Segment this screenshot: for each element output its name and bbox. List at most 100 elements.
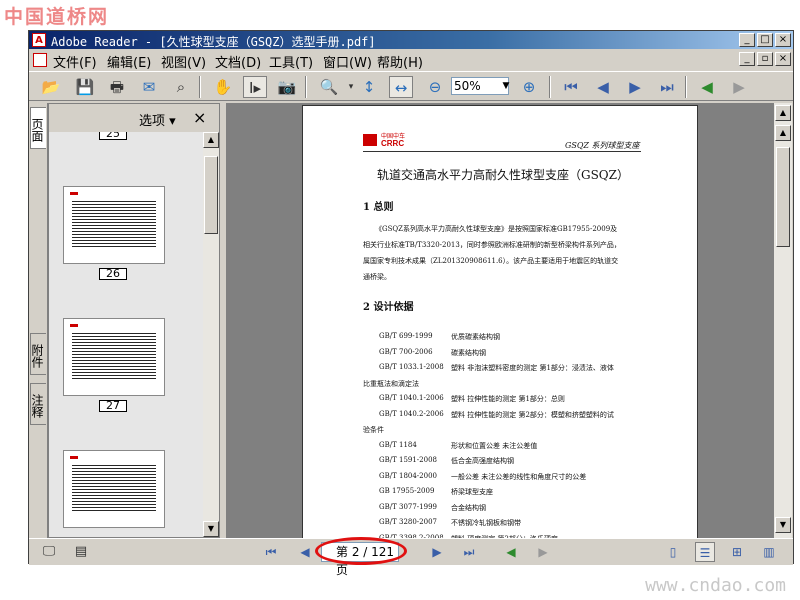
scroll-up-icon[interactable]: ▲: [775, 105, 791, 121]
last-page-icon[interactable]: ⏭: [655, 76, 679, 98]
single-page-icon[interactable]: ▯: [663, 542, 683, 562]
standard-name: 形状和位置公差 未注公差值: [451, 441, 538, 450]
first-page-icon[interactable]: ⏮: [261, 542, 281, 562]
watermark-cn: 中国道桥网: [4, 6, 110, 28]
zoom-in-tool-icon[interactable]: 🔍: [317, 76, 341, 98]
standard-code: GB/T 1804-2000: [379, 471, 437, 480]
section-heading: 2 设计依据: [363, 302, 414, 313]
doc-minimize-button[interactable]: _: [739, 52, 755, 66]
title-bar[interactable]: A Adobe Reader - [久性球型支座（GSQZ）选型手册.pdf] …: [29, 31, 793, 49]
monitor-icon[interactable]: 🖵: [37, 541, 61, 563]
scroll-thumb[interactable]: [776, 147, 790, 247]
standard-code: GB/T 1040.1-2006: [379, 394, 444, 402]
go-forward-icon[interactable]: ▶: [533, 542, 553, 562]
doc-icon[interactable]: [33, 53, 47, 67]
document-scrollbar[interactable]: ▲ ▲ ▼: [774, 103, 792, 538]
window-title: Adobe Reader - [久性球型支座（GSQZ）选型手册.pdf]: [51, 35, 376, 49]
go-forward-icon[interactable]: ▶: [727, 76, 751, 98]
zoom-in-icon[interactable]: ⊕: [517, 76, 541, 98]
search-binoculars-icon[interactable]: ⌕: [169, 76, 193, 98]
menu-file[interactable]: 文件(F): [53, 52, 97, 71]
go-back-icon[interactable]: ◀: [695, 76, 719, 98]
doc-restore-button[interactable]: ▫: [757, 52, 773, 66]
navigation-tabs: 页面 附件 注释: [29, 103, 48, 538]
scroll-down-icon[interactable]: ▼: [203, 521, 219, 537]
page-up-icon[interactable]: ▲: [775, 125, 791, 141]
standard-name: 验条件: [363, 426, 384, 434]
panel-close-icon[interactable]: ×: [193, 108, 206, 127]
standard-name: 碳素结构钢: [451, 348, 486, 357]
fit-page-icon[interactable]: ↕: [357, 76, 381, 98]
scroll-up-icon[interactable]: ▲: [203, 132, 219, 148]
go-back-icon[interactable]: ◀: [501, 542, 521, 562]
facing-icon[interactable]: ⊞: [727, 542, 747, 562]
zoom-out-icon[interactable]: ⊖: [423, 76, 447, 98]
tab-comments[interactable]: 注释: [30, 383, 46, 425]
screenshot-frame: 中国道桥网 www.cndao.com A Adobe Reader - [久性…: [0, 0, 800, 600]
close-button[interactable]: ×: [775, 33, 791, 47]
standard-code: GB/T 3077-1999: [379, 502, 437, 511]
menu-window[interactable]: 窗口(W): [323, 52, 372, 71]
thumbnail-page-number[interactable]: 26: [99, 268, 127, 280]
thumbnail[interactable]: [63, 186, 165, 264]
tab-attachments[interactable]: 附件: [30, 333, 46, 375]
continuous-facing-icon[interactable]: ▥: [759, 542, 779, 562]
standard-code: GB/T 699-1999: [379, 332, 433, 340]
section-heading: 1 总则: [363, 202, 394, 213]
minimize-button[interactable]: _: [739, 33, 755, 47]
standard-name: 一般公差 未注公差的线性和角度尺寸的公差: [451, 472, 587, 481]
continuous-icon[interactable]: ☰: [695, 542, 715, 562]
watermark-url: www.cndao.com: [645, 575, 786, 596]
previous-page-icon[interactable]: ◀: [295, 542, 315, 562]
document-view[interactable]: 中国中车 CRRC GSQZ 系列球型支座 轨道交通高水平力高耐久性球型支座（G…: [226, 103, 774, 545]
menu-tools[interactable]: 工具(T): [269, 52, 313, 71]
menu-document[interactable]: 文档(D): [215, 52, 261, 71]
page-icon[interactable]: ▤: [69, 541, 93, 563]
thumbnail-page-number[interactable]: 25: [99, 132, 127, 140]
open-icon[interactable]: 📂: [39, 76, 63, 98]
maximize-button[interactable]: □: [757, 33, 773, 47]
doc-title: 轨道交通高水平力高耐久性球型支座（GSQZ）: [377, 168, 629, 182]
tab-pages[interactable]: 页面: [30, 107, 46, 149]
standard-name: 塑料 非泡沫塑料密度的测定 第1部分：浸渍法、液体: [451, 364, 614, 372]
hand-tool-icon[interactable]: ✋: [211, 76, 235, 98]
zoom-dropdown-icon[interactable]: ▼: [499, 77, 513, 95]
snapshot-icon[interactable]: 📷: [275, 76, 299, 98]
menu-view[interactable]: 视图(V): [161, 52, 206, 71]
previous-page-icon[interactable]: ◀: [591, 76, 615, 98]
last-page-icon[interactable]: ⏭: [459, 542, 479, 562]
select-text-icon[interactable]: I▸: [243, 76, 267, 98]
email-icon[interactable]: ✉: [137, 76, 161, 98]
thumbnail[interactable]: [63, 318, 165, 396]
highlight-annotation: [315, 537, 407, 565]
print-icon[interactable]: 🖶: [105, 76, 129, 98]
doc-close-button[interactable]: ×: [775, 52, 791, 66]
standard-code: GB/T 1033.1-2008: [379, 363, 444, 371]
header-rule: [363, 151, 641, 152]
crrc-logo-icon: [363, 134, 377, 146]
panel-scrollbar[interactable]: ▲ ▼: [203, 132, 219, 537]
scroll-down-icon[interactable]: ▼: [775, 517, 791, 533]
separator: [685, 76, 687, 98]
thumbnail[interactable]: [63, 450, 165, 528]
menu-edit[interactable]: 编辑(E): [107, 52, 151, 71]
app-icon[interactable]: A: [32, 33, 46, 47]
standard-code: GB/T 1184: [379, 440, 417, 449]
thumbnail-list[interactable]: 25 26 27: [49, 132, 203, 537]
pages-panel: 选项 ▾ × 25 26 27 ▲ ▼: [48, 103, 220, 538]
fit-width-icon[interactable]: ↔: [389, 76, 413, 98]
next-page-icon[interactable]: ▶: [623, 76, 647, 98]
standard-name: 合金结构钢: [451, 503, 486, 512]
options-button[interactable]: 选项 ▾: [139, 110, 176, 129]
scroll-thumb[interactable]: [204, 156, 218, 234]
first-page-icon[interactable]: ⏮: [559, 76, 583, 98]
menu-help[interactable]: 帮助(H): [377, 52, 423, 71]
menu-bar: 文件(F) 编辑(E) 视图(V) 文档(D) 工具(T) 窗口(W) 帮助(H…: [29, 50, 793, 71]
pdf-page: 中国中车 CRRC GSQZ 系列球型支座 轨道交通高水平力高耐久性球型支座（G…: [302, 105, 698, 545]
standard-name: 不锈钢冷轧钢板和钢带: [451, 519, 521, 527]
standard-name: 低合金高强度结构钢: [451, 457, 514, 465]
thumbnail-page-number[interactable]: 27: [99, 400, 127, 412]
next-page-icon[interactable]: ▶: [427, 542, 447, 562]
save-icon[interactable]: 💾: [73, 76, 97, 98]
standard-name: 优质碳素结构钢: [451, 333, 500, 341]
